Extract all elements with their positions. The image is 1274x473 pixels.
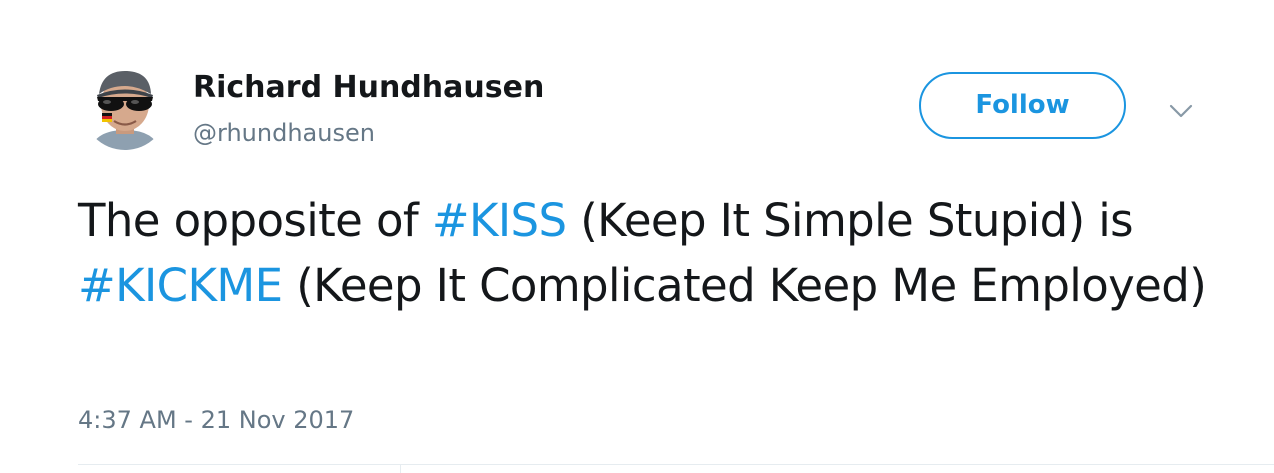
hashtag-link-kiss[interactable]: #KISS bbox=[432, 194, 567, 247]
tweet-text-segment: (Keep It Simple Stupid) is bbox=[566, 194, 1147, 247]
follow-button[interactable]: Follow bbox=[919, 72, 1126, 139]
divider bbox=[78, 464, 1274, 465]
avatar[interactable] bbox=[82, 64, 168, 150]
hashtag-link-kickme[interactable]: #KICKME bbox=[78, 259, 283, 312]
tweet-text-segment: The opposite of bbox=[78, 194, 432, 247]
tweet-text-segment: (Keep It Complicated Keep Me Employed) bbox=[282, 259, 1207, 312]
tweet-card: Richard Hundhausen @rhundhausen Follow T… bbox=[0, 0, 1274, 473]
tweet-timestamp[interactable]: 4:37 AM - 21 Nov 2017 bbox=[78, 403, 354, 437]
chevron-down-icon bbox=[1169, 104, 1193, 118]
divider bbox=[400, 464, 401, 473]
display-name[interactable]: Richard Hundhausen bbox=[193, 68, 544, 108]
tweet-text: The opposite of #KISS (Keep It Simple St… bbox=[78, 188, 1208, 318]
user-handle[interactable]: @rhundhausen bbox=[193, 115, 375, 151]
tweet-menu-button[interactable] bbox=[1166, 96, 1196, 126]
avatar-image bbox=[82, 64, 168, 150]
